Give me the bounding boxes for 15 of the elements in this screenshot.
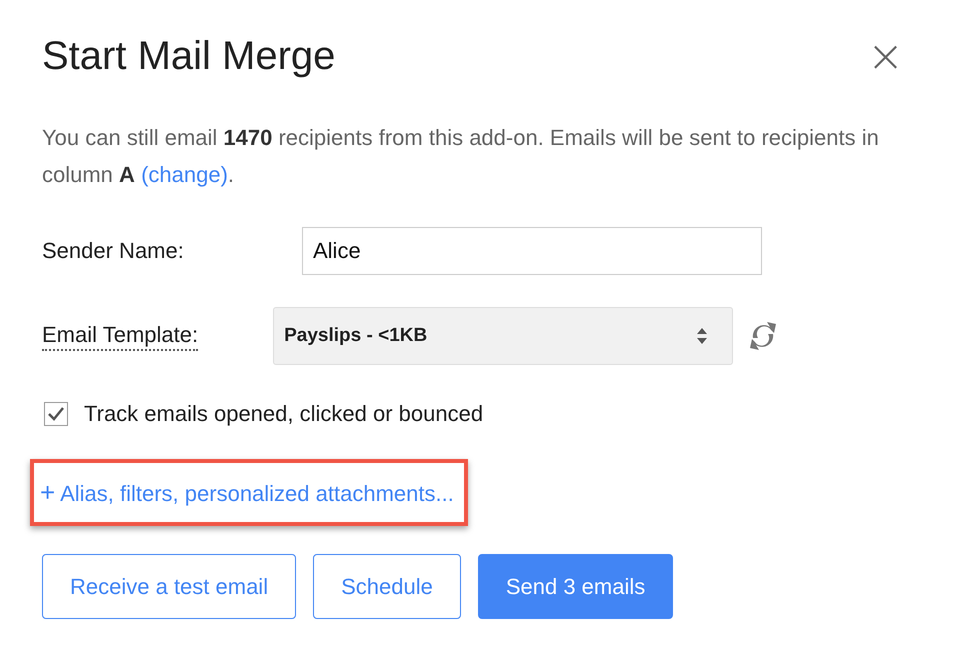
track-label: Track emails opened, clicked or bounced bbox=[84, 401, 484, 427]
change-link[interactable]: (change) bbox=[141, 162, 228, 187]
close-button[interactable]: × bbox=[867, 34, 904, 78]
description-text: You can still email 1470 recipients from this add-on. Emails will be sent to recipients in column A (change). bbox=[42, 124, 880, 189]
template-select[interactable]: Payslips - <1KB bbox=[273, 307, 734, 365]
advanced-options-link[interactable]: + Alias, filters, personalized attachments... bbox=[30, 459, 468, 526]
track-checkbox[interactable] bbox=[44, 402, 68, 426]
dialog-title: Start Mail Merge bbox=[42, 34, 336, 79]
action-button[interactable]: Receive a test email bbox=[42, 554, 296, 619]
send-button[interactable]: Send 3 emails bbox=[478, 554, 674, 619]
sender-name-label: Sender Name: bbox=[42, 238, 185, 264]
action-button[interactable]: Schedule bbox=[313, 554, 461, 619]
sender-name-field[interactable]: Alice bbox=[302, 227, 762, 275]
email-template-label: Email Template: bbox=[42, 321, 198, 351]
sort-arrows-icon bbox=[696, 326, 708, 346]
